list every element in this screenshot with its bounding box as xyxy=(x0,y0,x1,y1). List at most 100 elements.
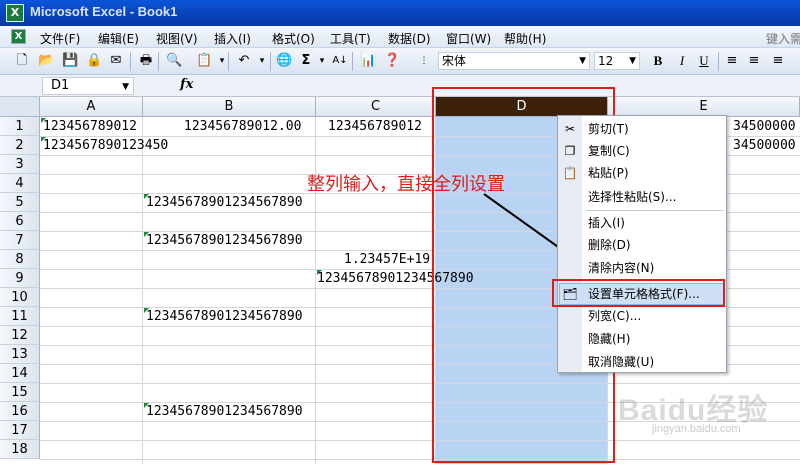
row-header[interactable]: 9 xyxy=(0,269,40,288)
watermark-url: jingyan.baidu.com xyxy=(652,423,741,435)
chart-wizard-icon[interactable]: 📊 xyxy=(360,53,376,69)
row-header[interactable]: 14 xyxy=(0,364,40,383)
save-icon[interactable]: 💾 xyxy=(62,53,78,69)
chevron-down-icon: ▼ xyxy=(629,56,636,66)
bold-button[interactable]: B xyxy=(650,53,666,69)
row-header[interactable]: 3 xyxy=(0,155,40,174)
menu-view[interactable]: 视图(V) xyxy=(156,30,198,47)
column-header-e[interactable]: E xyxy=(608,97,800,117)
annotation-text: 整列输入，直接全列设置 xyxy=(307,174,505,195)
cell-b1[interactable]: 123456789012.00 xyxy=(184,117,301,136)
grid-line xyxy=(40,459,800,460)
column-header-b[interactable]: B xyxy=(143,97,316,117)
context-menu-insert[interactable]: 插入(I) xyxy=(558,212,726,234)
menu-insert[interactable]: 插入(I) xyxy=(214,30,251,47)
row-header[interactable]: 1 xyxy=(0,117,40,136)
menu-window[interactable]: 窗口(W) xyxy=(446,30,491,47)
toolbar-separator xyxy=(228,52,229,71)
row-header[interactable]: 4 xyxy=(0,174,40,193)
autosum-dropdown-icon[interactable]: ▾ xyxy=(314,53,330,69)
email-icon[interactable]: ✉ xyxy=(108,53,124,69)
insert-function-icon[interactable]: fx xyxy=(180,77,193,92)
autosum-icon[interactable]: Σ xyxy=(298,53,314,69)
paste-icon[interactable]: 📋 xyxy=(196,53,212,69)
context-menu-cut[interactable]: ✂ 剪切(T) xyxy=(558,118,726,140)
help-search-input[interactable]: 键入需 xyxy=(766,30,800,47)
row-header[interactable]: 13 xyxy=(0,345,40,364)
print-icon[interactable]: 🖶 xyxy=(138,53,154,69)
cell-a1[interactable]: 123456789012 xyxy=(43,117,137,136)
column-header-c[interactable]: C xyxy=(316,97,436,117)
cell-b5[interactable]: 12345678901234567890 xyxy=(146,193,303,212)
undo-dropdown-icon[interactable]: ▾ xyxy=(254,53,270,69)
toolbar-separator xyxy=(270,52,271,71)
open-icon[interactable]: 📂 xyxy=(38,53,54,69)
row-header[interactable]: 15 xyxy=(0,383,40,402)
context-menu-clear-contents[interactable]: 清除内容(N) xyxy=(558,257,726,279)
copy-icon: ❐ xyxy=(564,144,576,158)
sort-ascending-icon[interactable]: A↓ xyxy=(332,53,348,69)
menu-tools[interactable]: 工具(T) xyxy=(330,30,371,47)
hyperlink-icon[interactable]: 🌐 xyxy=(276,53,292,69)
format-cells-highlight-box xyxy=(552,279,725,307)
context-menu-unhide[interactable]: 取消隐藏(U) xyxy=(558,351,726,373)
row-header[interactable]: 18 xyxy=(0,440,40,459)
help-icon[interactable]: ❓ xyxy=(384,53,400,69)
window-title: Microsoft Excel - Book1 xyxy=(30,4,178,19)
permission-icon[interactable]: 🔒 xyxy=(86,53,102,69)
italic-button[interactable]: I xyxy=(674,53,690,69)
cell-c1[interactable]: 123456789012 xyxy=(328,117,422,136)
row-header[interactable]: 12 xyxy=(0,326,40,345)
menu-file[interactable]: 文件(F) xyxy=(40,30,80,47)
workbook-menu-icon[interactable]: X xyxy=(11,29,26,44)
row-header[interactable]: 16 xyxy=(0,402,40,421)
row-header[interactable]: 10 xyxy=(0,288,40,307)
context-menu-delete[interactable]: 删除(D) xyxy=(558,234,726,256)
menu-edit[interactable]: 编辑(E) xyxy=(98,30,139,47)
row-header[interactable]: 6 xyxy=(0,212,40,231)
chevron-down-icon: ▼ xyxy=(122,82,129,92)
undo-icon[interactable]: ↶ xyxy=(236,53,252,69)
align-right-icon[interactable]: ≡ xyxy=(770,53,786,69)
row-header[interactable]: 17 xyxy=(0,421,40,440)
chevron-down-icon: ▼ xyxy=(579,56,586,66)
row-header[interactable]: 5 xyxy=(0,193,40,212)
row-header[interactable]: 8 xyxy=(0,250,40,269)
scissors-icon: ✂ xyxy=(564,122,576,136)
row-header[interactable]: 2 xyxy=(0,136,40,155)
context-menu-paste-special[interactable]: 选择性粘贴(S)... xyxy=(558,186,726,208)
font-size-select[interactable]: 12 ▼ xyxy=(594,52,640,70)
underline-button[interactable]: U xyxy=(696,53,712,69)
row-header[interactable]: 11 xyxy=(0,307,40,326)
align-left-icon[interactable]: ≡ xyxy=(724,53,740,69)
cell-b11[interactable]: 12345678901234567890 xyxy=(146,307,303,326)
column-header-a[interactable]: A xyxy=(40,97,143,117)
context-menu-separator xyxy=(586,210,724,211)
context-menu-paste[interactable]: 📋 粘贴(P) xyxy=(558,162,726,184)
cell-e1[interactable]: 34500000 xyxy=(733,117,796,136)
cell-b16[interactable]: 12345678901234567890 xyxy=(146,402,303,421)
font-select[interactable]: 宋体 ▼ xyxy=(438,52,590,70)
name-box[interactable]: D1 ▼ xyxy=(42,77,134,95)
cell-a2[interactable]: 1234567890123450 xyxy=(43,136,168,155)
align-center-icon[interactable]: ≡ xyxy=(746,53,762,69)
context-menu-copy[interactable]: ❐ 复制(C) xyxy=(558,140,726,162)
cell-c8[interactable]: 1.23457E+19 xyxy=(344,250,430,269)
row-header[interactable]: 7 xyxy=(0,231,40,250)
menu-help[interactable]: 帮助(H) xyxy=(504,30,546,47)
select-all-button[interactable] xyxy=(0,97,40,117)
paste-icon: 📋 xyxy=(562,166,578,180)
menu-format[interactable]: 格式(O) xyxy=(272,30,315,47)
toolbar-separator xyxy=(130,52,131,71)
cell-e2[interactable]: 34500000 xyxy=(733,136,796,155)
menu-data[interactable]: 数据(D) xyxy=(388,30,431,47)
cell-b7[interactable]: 12345678901234567890 xyxy=(146,231,303,250)
research-icon[interactable]: 🔍 xyxy=(166,53,182,69)
toolbar-options-icon[interactable]: ⋮ xyxy=(416,53,432,69)
standard-toolbar: 🗋 📂 💾 🔒 ✉ 🖶 🔍 📋 ▾ ↶ ▾ 🌐 Σ ▾ A↓ 📊 ❓ ⋮ 宋体 … xyxy=(0,48,800,75)
context-menu-hide[interactable]: 隐藏(H) xyxy=(558,328,726,350)
new-icon[interactable]: 🗋 xyxy=(14,53,30,69)
grid-line xyxy=(40,383,800,384)
toolbar-separator xyxy=(158,52,159,71)
context-menu-column-width[interactable]: 列宽(C)... xyxy=(558,305,726,327)
